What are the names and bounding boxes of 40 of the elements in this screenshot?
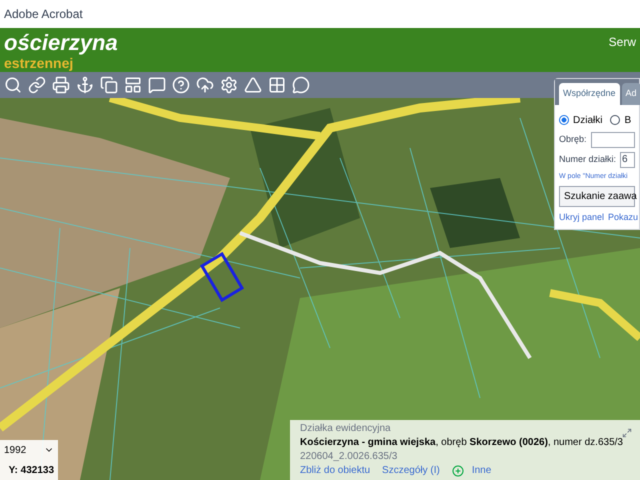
advanced-search-button[interactable]: Szukanie zaawa xyxy=(559,186,635,207)
expand-icon[interactable] xyxy=(622,428,632,438)
chat-icon[interactable] xyxy=(292,76,310,94)
parcel-id: 220604_2.0026.635/3 xyxy=(300,450,398,463)
popup-link[interactable]: Szczegóły (I) xyxy=(382,464,440,477)
selected-parcel-outline[interactable] xyxy=(200,252,244,302)
parcel-description: Kościerzyna - gmina wiejska, obręb Skorzewo (0026), numer dz.635/3 xyxy=(300,436,624,449)
panel-tab[interactable]: Współrzędne xyxy=(559,83,620,104)
input-field[interactable] xyxy=(590,132,635,148)
header-link[interactable]: Serw xyxy=(608,34,636,72)
plus-icon[interactable] xyxy=(452,464,464,476)
print-icon[interactable] xyxy=(52,76,70,94)
popup-heading: Działka ewidencyjna xyxy=(300,422,391,435)
coordinate-y: Y: 432133 xyxy=(8,464,54,478)
panel-tab[interactable]: Ad xyxy=(622,83,640,104)
settings-icon[interactable] xyxy=(220,76,238,94)
copy-icon[interactable] xyxy=(100,76,118,94)
field-label: Obręb: xyxy=(559,132,587,146)
popup-link[interactable]: Zbliż do obiektu xyxy=(300,464,370,477)
radio-button[interactable] xyxy=(559,115,569,125)
radio-label: B xyxy=(624,114,632,128)
radio-label: Działki xyxy=(573,114,602,128)
popup-link[interactable]: Inne xyxy=(472,464,492,477)
anchor-icon[interactable] xyxy=(76,76,94,94)
window-title: Adobe Acrobat xyxy=(4,6,83,22)
radio-button[interactable] xyxy=(610,115,620,125)
speech-bubble-icon[interactable] xyxy=(148,76,166,94)
app-title: ościerzyna xyxy=(4,30,118,55)
link-icon[interactable] xyxy=(28,76,46,94)
layout-icon[interactable] xyxy=(124,76,142,94)
help-icon[interactable] xyxy=(172,76,190,94)
app-subtitle: estrzennej xyxy=(4,55,74,71)
input-field[interactable]: 6 xyxy=(620,152,635,168)
field-label: Numer działki: xyxy=(559,152,616,166)
triangle-icon[interactable] xyxy=(244,76,262,94)
cloud-upload-icon[interactable] xyxy=(196,76,214,94)
coordinate-system-select[interactable]: 1992 xyxy=(4,442,54,458)
search-icon[interactable] xyxy=(4,76,22,94)
panel-link[interactable]: Ukryj panel xyxy=(559,211,604,224)
panel-link[interactable]: Pokazu xyxy=(608,211,638,224)
